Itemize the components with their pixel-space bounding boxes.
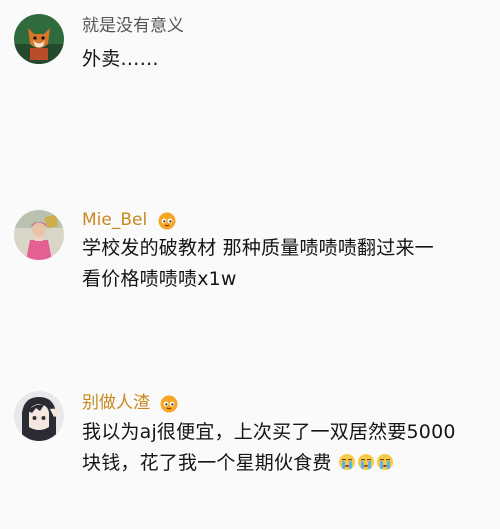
comment-text: 外卖…… <box>82 44 492 75</box>
comment-line-with-emoji: 块钱，花了我一个星期伙食费 <box>82 448 492 479</box>
comment-text: 我以为aj很便宜，上次买了一双居然要5000 块钱，花了我一个星期伙食费 <box>82 417 492 479</box>
vip-crown-badge-icon <box>157 210 177 230</box>
username[interactable]: 别做人渣 <box>82 392 179 414</box>
crying-face-emoji-icon <box>376 453 394 471</box>
crying-face-emoji-icon <box>338 453 356 471</box>
comment-line: 看价格啧啧啧x1w <box>82 268 237 290</box>
fox-cartoon-avatar-icon <box>14 14 64 64</box>
username-text: 别做人渣 <box>82 393 150 413</box>
vip-crown-badge-icon <box>159 393 179 413</box>
username[interactable]: 就是没有意义 <box>82 15 184 37</box>
comment-line: 学校发的破教材 那种质量啧啧啧翻过来一 <box>82 237 434 259</box>
crying-face-emoji-icon <box>357 453 375 471</box>
user-avatar[interactable] <box>14 14 64 64</box>
pink-dressed-figure-avatar-icon <box>14 210 64 260</box>
username[interactable]: Mie_Bel <box>82 209 177 231</box>
comment-line: 块钱，花了我一个星期伙食费 <box>82 452 332 474</box>
comment-line: 外卖…… <box>82 48 159 70</box>
username-text: Mie_Bel <box>82 210 148 230</box>
anime-girl-avatar-icon <box>14 391 64 441</box>
comment-text: 学校发的破教材 那种质量啧啧啧翻过来一 看价格啧啧啧x1w <box>82 233 492 295</box>
comment-line: 我以为aj很便宜，上次买了一双居然要5000 <box>82 421 456 443</box>
user-avatar[interactable] <box>14 210 64 260</box>
user-avatar[interactable] <box>14 391 64 441</box>
username-text: 就是没有意义 <box>82 16 184 36</box>
